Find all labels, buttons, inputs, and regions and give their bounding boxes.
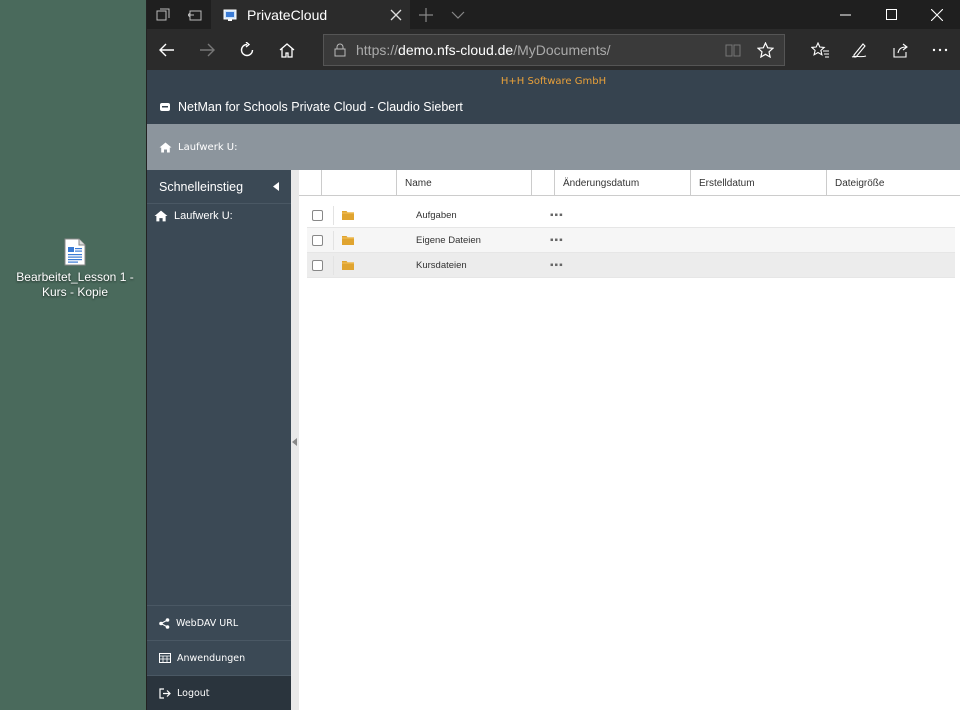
close-window-icon[interactable] — [914, 0, 960, 29]
table-header: Name Änderungsdatum Erstelldatum Dateigr… — [299, 170, 960, 196]
row-checkbox[interactable] — [312, 259, 323, 271]
url-scheme: https:// — [356, 41, 399, 58]
sidebar-header-label: Schnelleinstieg — [159, 179, 244, 194]
collapse-left-icon[interactable] — [273, 182, 279, 191]
row-menu-icon[interactable]: ▪▪▪ — [550, 260, 564, 271]
minimize-icon[interactable] — [822, 0, 868, 29]
file-list: Name Änderungsdatum Erstelldatum Dateigr… — [299, 170, 960, 710]
table-row[interactable]: Eigene Dateien ▪▪▪ — [307, 228, 955, 253]
share-nodes-icon — [159, 617, 170, 629]
navigation-bar: https://demo.nfs-cloud.de/MyDocuments/ — [147, 29, 960, 70]
home-icon[interactable] — [267, 29, 307, 70]
new-tab-icon[interactable] — [410, 0, 442, 29]
forward-arrow-icon[interactable] — [187, 29, 227, 70]
refresh-icon[interactable] — [227, 29, 267, 70]
url-domain: demo.nfs-cloud.de — [398, 41, 514, 58]
sidebar-item-laufwerk-u[interactable]: Laufwerk U: — [147, 204, 291, 228]
breadcrumb: Laufwerk U: — [147, 124, 960, 170]
lock-icon — [334, 43, 346, 56]
breadcrumb-item[interactable]: Laufwerk U: — [178, 142, 237, 153]
browser-window: PrivateCloud https://demo.nfs-cloud.de /… — [146, 0, 960, 710]
sidebar-item-label: Laufwerk U: — [174, 210, 233, 222]
folder-icon — [342, 236, 354, 245]
set-aside-tabs-icon[interactable] — [179, 0, 211, 29]
back-arrow-icon[interactable] — [147, 29, 187, 70]
sidebar-header[interactable]: Schnelleinstieg — [147, 170, 291, 204]
col-modified[interactable]: Änderungsdatum — [555, 170, 691, 196]
sidebar-item-label: WebDAV URL — [176, 617, 239, 629]
company-name: H+H Software GmbH — [500, 76, 607, 87]
url-path: /MyDocuments/ — [513, 41, 611, 58]
row-menu-icon[interactable]: ▪▪▪ — [550, 210, 564, 221]
logout-icon — [159, 687, 171, 699]
pen-notes-icon[interactable] — [840, 29, 880, 70]
row-name[interactable]: Eigene Dateien — [416, 235, 550, 246]
app-title: NetMan for Schools Private Cloud - Claud… — [159, 100, 463, 114]
desktop-file-label-1: Bearbeitet_Lesson 1 - — [16, 270, 134, 284]
maximize-icon[interactable] — [868, 0, 914, 29]
content-area: Schnelleinstieg Laufwerk U: WebDAV URL A… — [147, 170, 960, 710]
row-menu-icon[interactable]: ▪▪▪ — [550, 235, 564, 246]
favorites-hub-icon[interactable] — [800, 29, 840, 70]
app-logo-icon — [160, 103, 170, 111]
home-icon[interactable] — [159, 142, 172, 153]
sidebar-item-label: Logout — [177, 687, 210, 699]
app-header: H+H Software GmbH NetMan for Schools Pri… — [147, 70, 960, 124]
sidebar: Schnelleinstieg Laufwerk U: WebDAV URL A… — [147, 170, 291, 710]
title-bar: PrivateCloud — [147, 0, 960, 29]
app-title-text: NetMan for Schools Private Cloud - Claud… — [178, 100, 463, 114]
col-checkbox — [299, 170, 322, 196]
sidebar-item-label: Anwendungen — [177, 652, 246, 664]
tab-preview-chevron-icon[interactable] — [442, 0, 474, 29]
table-row[interactable]: Kursdateien ▪▪▪ — [307, 253, 955, 278]
site-favicon — [223, 9, 237, 21]
share-icon[interactable] — [880, 29, 920, 70]
sidebar-item-anwendungen[interactable]: Anwendungen — [147, 640, 291, 675]
col-name[interactable]: Name — [397, 170, 532, 196]
folder-icon — [342, 261, 354, 270]
row-checkbox[interactable] — [312, 234, 323, 246]
close-tab-icon[interactable] — [390, 9, 402, 21]
desktop-file-label-2: Kurs - Kopie — [41, 285, 109, 299]
home-icon — [154, 210, 168, 222]
sidebar-item-webdav-url[interactable]: WebDAV URL — [147, 605, 291, 640]
col-size[interactable]: Dateigröße — [827, 170, 959, 196]
tab-manager-icon[interactable] — [147, 0, 179, 29]
col-type — [322, 170, 397, 196]
desktop-file-icon[interactable]: Bearbeitet_Lesson 1 - Kurs - Kopie — [10, 238, 140, 300]
row-name[interactable]: Aufgaben — [416, 210, 550, 221]
address-bar[interactable]: https://demo.nfs-cloud.de/MyDocuments/ — [323, 33, 785, 66]
favorite-star-icon[interactable] — [757, 41, 774, 58]
sidebar-splitter[interactable] — [291, 170, 299, 710]
table-row[interactable]: Aufgaben ▪▪▪ — [307, 203, 955, 228]
row-checkbox[interactable] — [312, 209, 323, 221]
document-icon — [64, 238, 86, 266]
folder-icon — [342, 211, 354, 220]
reading-view-icon[interactable] — [725, 43, 741, 57]
col-created[interactable]: Erstelldatum — [691, 170, 827, 196]
applications-icon — [159, 653, 171, 663]
collapse-arrow-icon[interactable] — [292, 438, 297, 446]
tab-privatecloud[interactable]: PrivateCloud — [211, 0, 410, 29]
sidebar-item-logout[interactable]: Logout — [147, 675, 291, 710]
more-options-icon[interactable] — [920, 29, 960, 70]
row-name[interactable]: Kursdateien — [416, 260, 550, 271]
tab-title: PrivateCloud — [247, 6, 328, 23]
col-actions — [532, 170, 555, 196]
